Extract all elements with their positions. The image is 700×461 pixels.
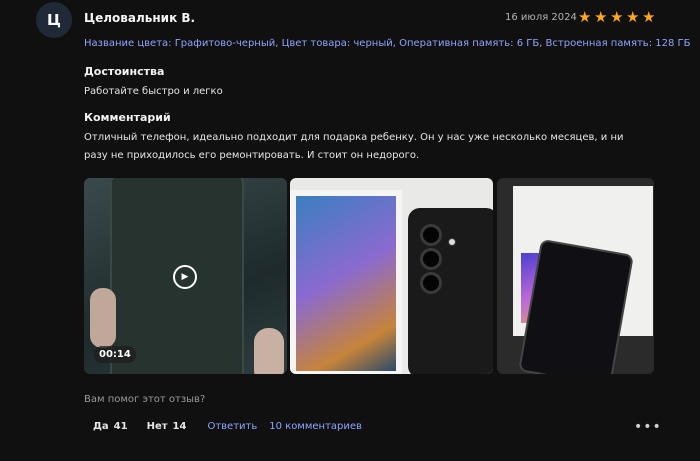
review-card: Ц Целовальник В. 16 июля 2024 ★ ★ ★ ★ ★ … — [0, 0, 700, 461]
star-icon: ★ — [578, 8, 592, 26]
vote-yes-count: 41 — [113, 421, 128, 432]
comments-link[interactable]: 10 комментариев — [269, 421, 362, 432]
avatar[interactable]: Ц — [36, 2, 72, 38]
comment-heading: Комментарий — [84, 111, 171, 124]
play-icon[interactable]: ▶ — [173, 265, 197, 289]
more-options-icon[interactable]: ••• — [634, 419, 662, 435]
product-attributes[interactable]: Название цвета: Графитово-черный, Цвет т… — [84, 38, 690, 49]
video-duration: 00:14 — [94, 346, 136, 363]
review-date: 16 июля 2024 — [505, 12, 577, 23]
star-icon: ★ — [626, 8, 640, 26]
phone-back-image — [408, 208, 493, 374]
vote-no-button[interactable]: Нет 14 — [147, 421, 187, 432]
pros-text: Работайте быстро и легко — [84, 86, 223, 97]
vote-yes-button[interactable]: Да 41 — [93, 421, 128, 432]
vote-yes-label: Да — [93, 421, 109, 432]
vote-no-label: Нет — [146, 421, 168, 432]
photo-thumbnail[interactable] — [290, 178, 493, 374]
helpful-question: Вам помог этот отзыв? — [84, 394, 206, 405]
video-thumbnail[interactable]: ▶ 00:14 — [84, 178, 287, 374]
star-icon: ★ — [594, 8, 608, 26]
star-rating: ★ ★ ★ ★ ★ — [578, 10, 657, 25]
review-actions: Да 41 Нет 14 Ответить 10 комментариев — [93, 421, 362, 432]
photo-thumbnail[interactable] — [497, 178, 654, 374]
comment-text: Отличный телефон, идеально подходит для … — [84, 132, 624, 161]
star-icon: ★ — [610, 8, 624, 26]
pros-heading: Достоинства — [84, 65, 165, 78]
box-image — [290, 190, 402, 374]
author-name[interactable]: Целовальник В. — [84, 11, 195, 25]
hand-image — [254, 328, 284, 374]
vote-no-count: 14 — [172, 421, 187, 432]
star-icon: ★ — [642, 8, 656, 26]
hand-image — [90, 288, 116, 348]
reply-link[interactable]: Ответить — [207, 421, 257, 432]
avatar-letter: Ц — [47, 11, 61, 29]
